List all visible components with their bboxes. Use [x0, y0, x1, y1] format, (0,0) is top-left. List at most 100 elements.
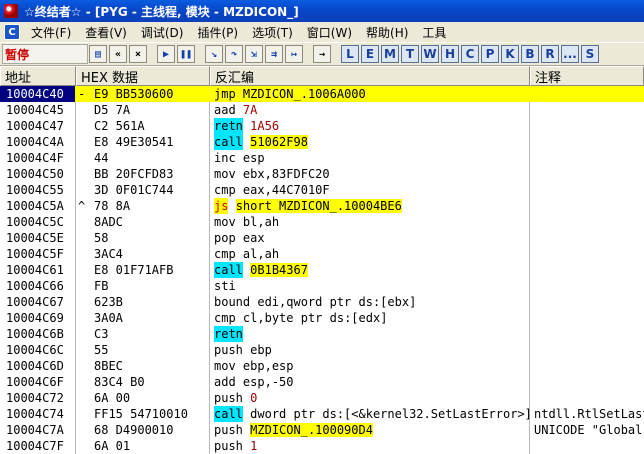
- table-row[interactable]: 10004C72 6A 00 push 0: [0, 390, 644, 406]
- table-row[interactable]: 10004C74 FF15 54710010 call dword ptr ds:[…: [0, 406, 644, 422]
- run-icon[interactable]: ▶: [157, 45, 175, 63]
- status-paused: 暂停: [2, 44, 88, 64]
- modules-window-button[interactable]: E: [361, 45, 379, 63]
- row-hex: BB 20FCFD83: [94, 167, 174, 181]
- log-window-button[interactable]: L: [341, 45, 359, 63]
- menu-file[interactable]: 文件(F): [24, 24, 78, 41]
- run-trace-window-button[interactable]: ...: [561, 45, 579, 63]
- menu-options[interactable]: 选项(T): [245, 24, 300, 41]
- windows-window-button[interactable]: W: [421, 45, 439, 63]
- column-header: 地址 HEX 数据 反汇编 注释: [0, 66, 644, 86]
- table-row[interactable]: 10004C69 3A0A cmp cl,byte ptr ds:[edx]: [0, 310, 644, 326]
- column-disassembly[interactable]: 反汇编: [210, 66, 530, 86]
- source-window-button[interactable]: S: [581, 45, 599, 63]
- handles-window-button[interactable]: H: [441, 45, 459, 63]
- trace-into-icon[interactable]: ⇲: [245, 45, 263, 63]
- menu-debug[interactable]: 调试(D): [134, 24, 191, 41]
- table-row[interactable]: 10004C6C 55 push ebp: [0, 342, 644, 358]
- row-address: 10004C5E: [6, 231, 64, 245]
- row-operand: 1A56: [250, 119, 280, 133]
- row-address: 10004C74: [6, 407, 64, 421]
- menu-tools[interactable]: 工具: [415, 24, 453, 41]
- table-row[interactable]: 10004C55 3D 0F01C744 cmp eax,44C7010F: [0, 182, 644, 198]
- table-row[interactable]: 10004C6F 83C4 B0 add esp,-50: [0, 374, 644, 390]
- call-stack-window-button[interactable]: K: [501, 45, 519, 63]
- table-row[interactable]: 10004C5F 3AC4 cmp al,ah: [0, 246, 644, 262]
- row-hex: 3D 0F01C744: [94, 183, 174, 197]
- close-icon[interactable]: ×: [129, 45, 147, 63]
- row-disassembly: inc esp: [214, 150, 530, 166]
- row-disassembly: aad 7A: [214, 102, 530, 118]
- menu-help[interactable]: 帮助(H): [359, 24, 415, 41]
- disassembly-listing[interactable]: 10004C40- E9 BB530600 jmp MZDICON_.1006A00…: [0, 86, 644, 454]
- row-hex: 58: [94, 231, 109, 245]
- table-row[interactable]: 10004C7A 68 D4900010 push MZDICON_.100090D…: [0, 422, 644, 438]
- row-address: 10004C61: [6, 263, 64, 277]
- cpu-window-button[interactable]: C: [461, 45, 479, 63]
- row-operand: eax: [242, 231, 265, 245]
- row-operand: edi,qword ptr ds:[ebx]: [257, 295, 417, 309]
- row-operand: ebx,83FDFC20: [242, 167, 330, 181]
- menu-view[interactable]: 查看(V): [78, 24, 134, 41]
- row-mnemonic: add: [214, 375, 236, 389]
- open-icon[interactable]: ▤: [89, 45, 107, 63]
- table-row[interactable]: 10004C66 FB sti: [0, 278, 644, 294]
- row-hex: 6A 00: [94, 391, 131, 405]
- row-disassembly: cmp al,ah: [214, 246, 530, 262]
- table-row[interactable]: 10004C4A E8 49E30541 call 51062F98: [0, 134, 644, 150]
- row-hex: 44: [94, 151, 109, 165]
- trace-over-icon[interactable]: ⇉: [265, 45, 283, 63]
- row-operand: cl,byte ptr ds:[edx]: [242, 311, 388, 325]
- table-row[interactable]: 10004C61 E8 01F71AFB call 0B1B4367: [0, 262, 644, 278]
- row-hex: 8ADC: [94, 215, 123, 229]
- menu-plugins[interactable]: 插件(P): [190, 24, 245, 41]
- system-menu-icon[interactable]: C: [4, 24, 20, 40]
- table-row[interactable]: 10004C67 623B bound edi,qword ptr ds:[ebx]: [0, 294, 644, 310]
- table-row[interactable]: 10004C5A ^ 78 8A js short MZDICON_.10004BE6: [0, 198, 644, 214]
- table-row[interactable]: 10004C50 BB 20FCFD83 mov ebx,83FDFC20: [0, 166, 644, 182]
- table-row[interactable]: 10004C6D 8BEC mov ebp,esp: [0, 358, 644, 374]
- row-mnemonic: push: [214, 391, 243, 405]
- restart-icon[interactable]: «: [109, 45, 127, 63]
- column-address[interactable]: 地址: [0, 66, 76, 86]
- column-comment[interactable]: 注释: [530, 66, 644, 86]
- row-disassembly: bound edi,qword ptr ds:[ebx]: [214, 294, 530, 310]
- step-over-icon[interactable]: ↷: [225, 45, 243, 63]
- patches-window-button[interactable]: P: [481, 45, 499, 63]
- table-row[interactable]: 10004C5C 8ADC mov bl,ah: [0, 214, 644, 230]
- step-into-icon[interactable]: ↘: [205, 45, 223, 63]
- row-hex: 3A0A: [94, 311, 123, 325]
- menu-window[interactable]: 窗口(W): [300, 24, 359, 41]
- window-title-bar[interactable]: ☆终结者☆ - [PYG - 主线程, 模块 - MZDICON_]: [0, 0, 644, 22]
- row-jump-mark: -: [78, 87, 86, 101]
- menu-bar: C 文件(F) 查看(V) 调试(D) 插件(P) 选项(T) 窗口(W) 帮助…: [0, 22, 644, 42]
- breakpoints-window-button[interactable]: B: [521, 45, 539, 63]
- goto-icon[interactable]: →: [313, 45, 331, 63]
- table-row[interactable]: 10004C47 C2 561A retn 1A56: [0, 118, 644, 134]
- threads-window-button[interactable]: T: [401, 45, 419, 63]
- table-row[interactable]: 10004C7F 6A 01 push 1: [0, 438, 644, 454]
- row-hex: 3AC4: [94, 247, 123, 261]
- row-operand: short MZDICON_.10004BE6: [235, 199, 402, 213]
- pause-icon[interactable]: ❚❚: [177, 45, 195, 63]
- row-address: 10004C7F: [6, 439, 64, 453]
- table-row[interactable]: 10004C4F 44 inc esp: [0, 150, 644, 166]
- row-comment: UNICODE "Global": [534, 423, 644, 437]
- references-window-button[interactable]: R: [541, 45, 559, 63]
- row-address: 10004C5C: [6, 215, 64, 229]
- row-mnemonic: pop: [214, 231, 236, 245]
- memory-window-button[interactable]: M: [381, 45, 399, 63]
- row-disassembly: push 0: [214, 390, 530, 406]
- table-row[interactable]: 10004C6B C3 retn: [0, 326, 644, 342]
- window-title: ☆终结者☆ - [PYG - 主线程, 模块 - MZDICON_]: [24, 4, 299, 19]
- table-row[interactable]: 10004C40- E9 BB530600 jmp MZDICON_.1006A00…: [0, 86, 644, 102]
- column-hex[interactable]: HEX 数据: [76, 66, 210, 86]
- execute-till-return-icon[interactable]: ↦: [285, 45, 303, 63]
- row-operand: al,ah: [242, 247, 280, 261]
- table-row[interactable]: 10004C5E 58 pop eax: [0, 230, 644, 246]
- row-disassembly: call 51062F98: [214, 134, 530, 150]
- row-hex: C2 561A: [94, 119, 145, 133]
- table-row[interactable]: 10004C45 D5 7A aad 7A: [0, 102, 644, 118]
- row-hex: 8BEC: [94, 359, 123, 373]
- row-hex: 55: [94, 343, 109, 357]
